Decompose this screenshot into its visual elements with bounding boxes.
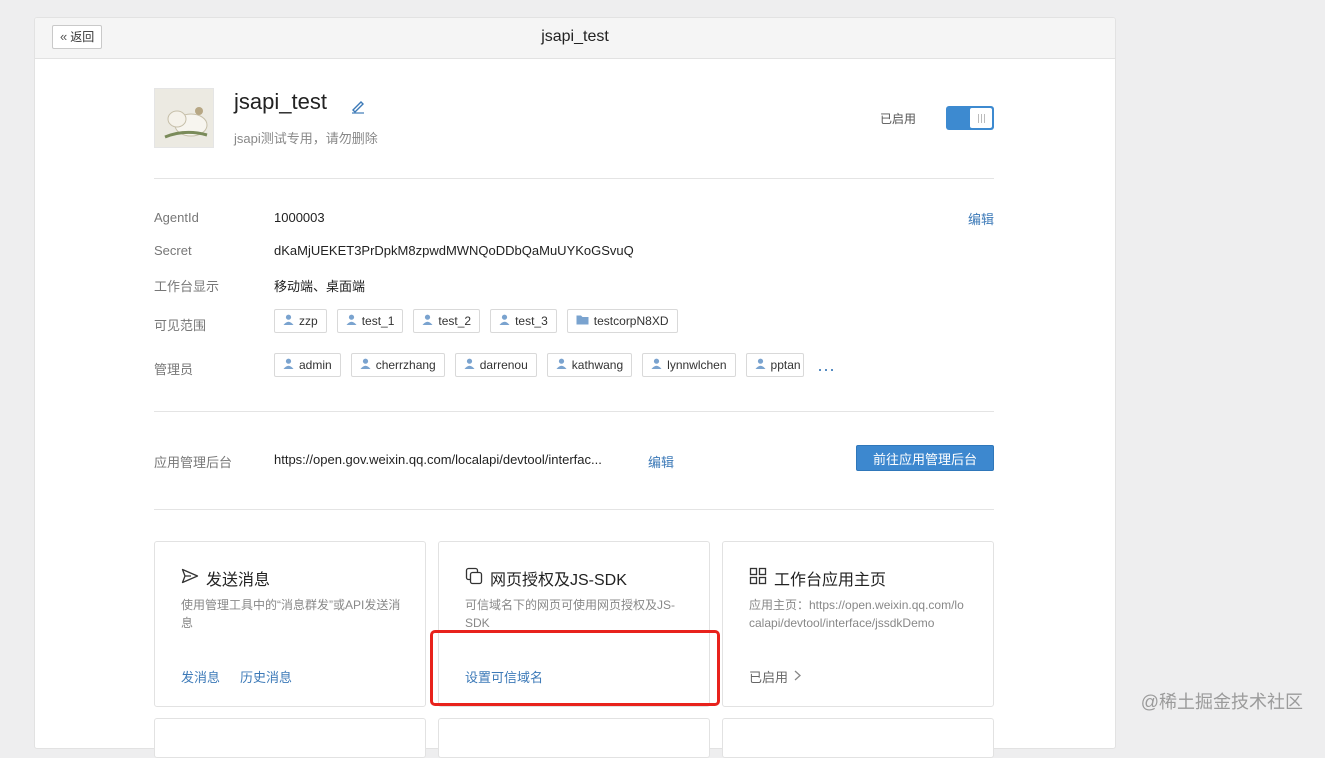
edit-backend-link[interactable]: 编辑 [648,452,674,471]
user-icon [360,358,371,372]
send-message-link[interactable]: 发消息 [181,667,220,686]
card-actions: 发消息 历史消息 [181,667,292,686]
backend-label: 应用管理后台 [154,455,233,470]
visible-chip[interactable]: test_1 [336,309,404,333]
card-send-message: 发送消息 使用管理工具中的“消息群发”或API发送消息 发消息 历史消息 [154,541,426,707]
status-label: 已启用 [879,112,916,126]
card-description: 应用主页：https://open.weixin.qq.com/localapi… [749,598,964,630]
card-title: 工作台应用主页 [749,566,886,590]
edit-pencil-icon[interactable] [350,98,366,119]
visible-chip[interactable]: test_2 [413,309,481,333]
folder-icon [576,314,589,328]
send-icon [181,568,199,589]
workbench-status[interactable]: 已启用 [749,667,801,686]
admin-chip[interactable]: admin [274,353,341,377]
card-title: 网页授权及JS-SDK [465,566,627,590]
card-actions: 已启用 [749,667,801,686]
card-placeholder [154,718,426,758]
app-description: jsapi测试专用，请勿删除 [234,131,378,146]
visible-scope-label: 可见范围 [154,318,207,333]
copy-icon [465,567,483,590]
card-web-auth-jssdk: 网页授权及JS-SDK 可信域名下的网页可使用网页授权及JS-SDK 设置可信域… [438,541,710,707]
admin-list: admin cherrzhang darrenou kathwang lynnw… [274,353,836,377]
enable-toggle[interactable] [946,106,994,130]
card-description: 可信域名下的网页可使用网页授权及JS-SDK [465,598,676,630]
watermark: @稀土掘金技术社区 [1140,692,1303,712]
app-name: jsapi_test [234,89,327,114]
card-actions: 设置可信域名 [465,667,543,686]
card-placeholder [438,718,710,758]
workbench-value: 移动端、桌面端 [274,279,366,294]
user-icon [556,358,567,372]
admin-chip[interactable]: darrenou [454,353,537,377]
goto-backend-button[interactable]: 前往应用管理后台 [856,445,994,471]
secret-label: Secret [154,243,192,258]
admin-chip[interactable]: pptan [745,353,804,377]
visible-chip[interactable]: test_3 [490,309,557,333]
user-icon [283,314,294,328]
visible-scope-list: zzp test_1 test_2 test_3 testcorpN8XD [274,309,678,333]
admin-chip[interactable]: cherrzhang [350,353,445,377]
agentid-label: AgentId [154,210,199,225]
visible-chip[interactable]: zzp [274,309,327,333]
message-history-link[interactable]: 历史消息 [240,667,292,686]
user-icon [346,314,357,328]
secret-value: dKaMjUEKET3PrDpkM8zpwdMWNQoDDbQaMuUYKoGS… [274,243,634,258]
agentid-value: 1000003 [274,210,325,225]
more-admins-button[interactable]: ... [818,356,836,374]
user-icon [651,358,662,372]
visible-chip[interactable]: testcorpN8XD [566,309,678,333]
admin-chip[interactable]: kathwang [546,353,633,377]
admin-chip[interactable]: lynnwlchen [642,353,736,377]
card-description: 使用管理工具中的“消息群发”或API发送消息 [181,598,401,630]
divider [154,509,994,510]
app-header: jsapi_test jsapi测试专用，请勿删除 已启用 [154,88,994,148]
chevron-right-icon [794,669,801,684]
app-logo [154,88,214,148]
divider [154,411,994,412]
user-icon [755,358,766,372]
user-icon [283,358,294,372]
edit-info-link[interactable]: 编辑 [968,209,994,228]
admin-label: 管理员 [154,362,194,377]
grid-icon [749,567,767,590]
panel-content: jsapi_test jsapi测试专用，请勿删除 已启用 AgentId 10… [34,17,1114,758]
toggle-knob [970,108,992,128]
card-title: 发送消息 [181,566,270,590]
backend-url: https://open.gov.weixin.qq.com/localapi/… [274,452,602,467]
user-icon [464,358,475,372]
user-icon [499,314,510,328]
set-trusted-domain-link[interactable]: 设置可信域名 [465,667,543,686]
card-placeholder [722,718,994,758]
workbench-label: 工作台显示 [154,279,220,294]
divider [154,178,994,179]
card-workbench-home: 工作台应用主页 应用主页：https://open.weixin.qq.com/… [722,541,994,707]
user-icon [422,314,433,328]
